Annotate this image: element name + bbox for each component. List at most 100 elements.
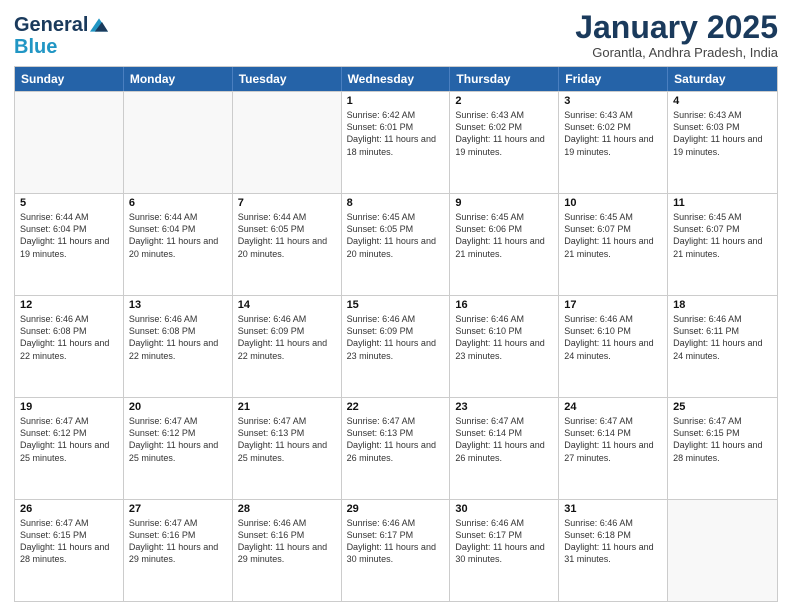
- day-info: Sunrise: 6:46 AMSunset: 6:10 PMDaylight:…: [455, 313, 553, 362]
- calendar-header-tuesday: Tuesday: [233, 67, 342, 91]
- calendar-cell: 3 Sunrise: 6:43 AMSunset: 6:02 PMDaylight…: [559, 92, 668, 193]
- day-number: 20: [129, 401, 227, 413]
- day-number: 14: [238, 299, 336, 311]
- day-info: Sunrise: 6:43 AMSunset: 6:02 PMDaylight:…: [455, 109, 553, 158]
- logo-icon: [90, 16, 108, 34]
- day-info: Sunrise: 6:46 AMSunset: 6:08 PMDaylight:…: [20, 313, 118, 362]
- day-number: 3: [564, 95, 662, 107]
- logo-text-general: General: [14, 14, 88, 36]
- calendar-cell: 22 Sunrise: 6:47 AMSunset: 6:13 PMDayligh…: [342, 398, 451, 499]
- calendar-cell: 27 Sunrise: 6:47 AMSunset: 6:16 PMDayligh…: [124, 500, 233, 601]
- day-number: 8: [347, 197, 445, 209]
- calendar-week-3: 12 Sunrise: 6:46 AMSunset: 6:08 PMDayligh…: [15, 295, 777, 397]
- day-number: 18: [673, 299, 772, 311]
- day-info: Sunrise: 6:46 AMSunset: 6:11 PMDaylight:…: [673, 313, 772, 362]
- day-info: Sunrise: 6:42 AMSunset: 6:01 PMDaylight:…: [347, 109, 445, 158]
- day-info: Sunrise: 6:44 AMSunset: 6:05 PMDaylight:…: [238, 211, 336, 260]
- calendar-cell: 19 Sunrise: 6:47 AMSunset: 6:12 PMDayligh…: [15, 398, 124, 499]
- calendar-cell: [668, 500, 777, 601]
- calendar-cell: 2 Sunrise: 6:43 AMSunset: 6:02 PMDaylight…: [450, 92, 559, 193]
- day-number: 31: [564, 503, 662, 515]
- calendar-header-monday: Monday: [124, 67, 233, 91]
- calendar-cell: 12 Sunrise: 6:46 AMSunset: 6:08 PMDayligh…: [15, 296, 124, 397]
- day-info: Sunrise: 6:46 AMSunset: 6:08 PMDaylight:…: [129, 313, 227, 362]
- calendar-cell: 11Sunrise: 6:45 AMSunset: 6:07 PMDayligh…: [668, 194, 777, 295]
- day-number: 29: [347, 503, 445, 515]
- day-number: 25: [673, 401, 772, 413]
- calendar-week-5: 26 Sunrise: 6:47 AMSunset: 6:15 PMDayligh…: [15, 499, 777, 601]
- calendar-header-sunday: Sunday: [15, 67, 124, 91]
- location-subtitle: Gorantla, Andhra Pradesh, India: [575, 45, 778, 60]
- day-info: Sunrise: 6:46 AMSunset: 6:09 PMDaylight:…: [347, 313, 445, 362]
- day-info: Sunrise: 6:45 AMSunset: 6:05 PMDaylight:…: [347, 211, 445, 260]
- calendar-cell: 25 Sunrise: 6:47 AMSunset: 6:15 PMDayligh…: [668, 398, 777, 499]
- day-info: Sunrise: 6:47 AMSunset: 6:16 PMDaylight:…: [129, 517, 227, 566]
- month-title: January 2025: [575, 10, 778, 45]
- logo: General Blue: [14, 14, 108, 58]
- calendar-cell: 30 Sunrise: 6:46 AMSunset: 6:17 PMDayligh…: [450, 500, 559, 601]
- day-number: 21: [238, 401, 336, 413]
- calendar-cell: 18 Sunrise: 6:46 AMSunset: 6:11 PMDayligh…: [668, 296, 777, 397]
- day-number: 6: [129, 197, 227, 209]
- day-info: Sunrise: 6:47 AMSunset: 6:13 PMDaylight:…: [238, 415, 336, 464]
- calendar-cell: [15, 92, 124, 193]
- day-info: Sunrise: 6:47 AMSunset: 6:15 PMDaylight:…: [20, 517, 118, 566]
- calendar-cell: 16 Sunrise: 6:46 AMSunset: 6:10 PMDayligh…: [450, 296, 559, 397]
- calendar-cell: 23 Sunrise: 6:47 AMSunset: 6:14 PMDayligh…: [450, 398, 559, 499]
- day-number: 30: [455, 503, 553, 515]
- page: General Blue January 2025 Gorantla, Andh…: [0, 0, 792, 612]
- day-info: Sunrise: 6:46 AMSunset: 6:18 PMDaylight:…: [564, 517, 662, 566]
- day-number: 13: [129, 299, 227, 311]
- day-info: Sunrise: 6:47 AMSunset: 6:12 PMDaylight:…: [20, 415, 118, 464]
- day-info: Sunrise: 6:44 AMSunset: 6:04 PMDaylight:…: [20, 211, 118, 260]
- calendar-cell: 14 Sunrise: 6:46 AMSunset: 6:09 PMDayligh…: [233, 296, 342, 397]
- calendar-cell: 31 Sunrise: 6:46 AMSunset: 6:18 PMDayligh…: [559, 500, 668, 601]
- title-block: January 2025 Gorantla, Andhra Pradesh, I…: [575, 10, 778, 60]
- day-info: Sunrise: 6:46 AMSunset: 6:17 PMDaylight:…: [347, 517, 445, 566]
- calendar-cell: 13 Sunrise: 6:46 AMSunset: 6:08 PMDayligh…: [124, 296, 233, 397]
- day-info: Sunrise: 6:46 AMSunset: 6:17 PMDaylight:…: [455, 517, 553, 566]
- day-number: 16: [455, 299, 553, 311]
- day-number: 5: [20, 197, 118, 209]
- day-info: Sunrise: 6:47 AMSunset: 6:14 PMDaylight:…: [564, 415, 662, 464]
- day-number: 17: [564, 299, 662, 311]
- calendar-body: 1 Sunrise: 6:42 AMSunset: 6:01 PMDaylight…: [15, 91, 777, 601]
- day-number: 7: [238, 197, 336, 209]
- calendar: SundayMondayTuesdayWednesdayThursdayFrid…: [14, 66, 778, 602]
- calendar-cell: 1 Sunrise: 6:42 AMSunset: 6:01 PMDaylight…: [342, 92, 451, 193]
- day-number: 27: [129, 503, 227, 515]
- calendar-header-row: SundayMondayTuesdayWednesdayThursdayFrid…: [15, 67, 777, 91]
- day-info: Sunrise: 6:45 AMSunset: 6:07 PMDaylight:…: [673, 211, 772, 260]
- day-info: Sunrise: 6:47 AMSunset: 6:13 PMDaylight:…: [347, 415, 445, 464]
- calendar-header-saturday: Saturday: [668, 67, 777, 91]
- day-number: 19: [20, 401, 118, 413]
- calendar-cell: [124, 92, 233, 193]
- day-number: 12: [20, 299, 118, 311]
- calendar-cell: 26 Sunrise: 6:47 AMSunset: 6:15 PMDayligh…: [15, 500, 124, 601]
- day-info: Sunrise: 6:47 AMSunset: 6:14 PMDaylight:…: [455, 415, 553, 464]
- calendar-cell: 21 Sunrise: 6:47 AMSunset: 6:13 PMDayligh…: [233, 398, 342, 499]
- day-info: Sunrise: 6:44 AMSunset: 6:04 PMDaylight:…: [129, 211, 227, 260]
- calendar-cell: [233, 92, 342, 193]
- calendar-header-wednesday: Wednesday: [342, 67, 451, 91]
- day-number: 15: [347, 299, 445, 311]
- day-info: Sunrise: 6:46 AMSunset: 6:10 PMDaylight:…: [564, 313, 662, 362]
- day-info: Sunrise: 6:46 AMSunset: 6:09 PMDaylight:…: [238, 313, 336, 362]
- day-number: 22: [347, 401, 445, 413]
- calendar-week-2: 5 Sunrise: 6:44 AMSunset: 6:04 PMDaylight…: [15, 193, 777, 295]
- day-number: 1: [347, 95, 445, 107]
- calendar-cell: 4Sunrise: 6:43 AMSunset: 6:03 PMDaylight…: [668, 92, 777, 193]
- header: General Blue January 2025 Gorantla, Andh…: [14, 10, 778, 60]
- day-number: 26: [20, 503, 118, 515]
- day-info: Sunrise: 6:47 AMSunset: 6:12 PMDaylight:…: [129, 415, 227, 464]
- day-number: 2: [455, 95, 553, 107]
- calendar-cell: 20 Sunrise: 6:47 AMSunset: 6:12 PMDayligh…: [124, 398, 233, 499]
- day-number: 23: [455, 401, 553, 413]
- day-info: Sunrise: 6:43 AMSunset: 6:02 PMDaylight:…: [564, 109, 662, 158]
- day-info: Sunrise: 6:47 AMSunset: 6:15 PMDaylight:…: [673, 415, 772, 464]
- calendar-week-1: 1 Sunrise: 6:42 AMSunset: 6:01 PMDaylight…: [15, 91, 777, 193]
- calendar-week-4: 19 Sunrise: 6:47 AMSunset: 6:12 PMDayligh…: [15, 397, 777, 499]
- calendar-cell: 29 Sunrise: 6:46 AMSunset: 6:17 PMDayligh…: [342, 500, 451, 601]
- calendar-header-thursday: Thursday: [450, 67, 559, 91]
- day-info: Sunrise: 6:46 AMSunset: 6:16 PMDaylight:…: [238, 517, 336, 566]
